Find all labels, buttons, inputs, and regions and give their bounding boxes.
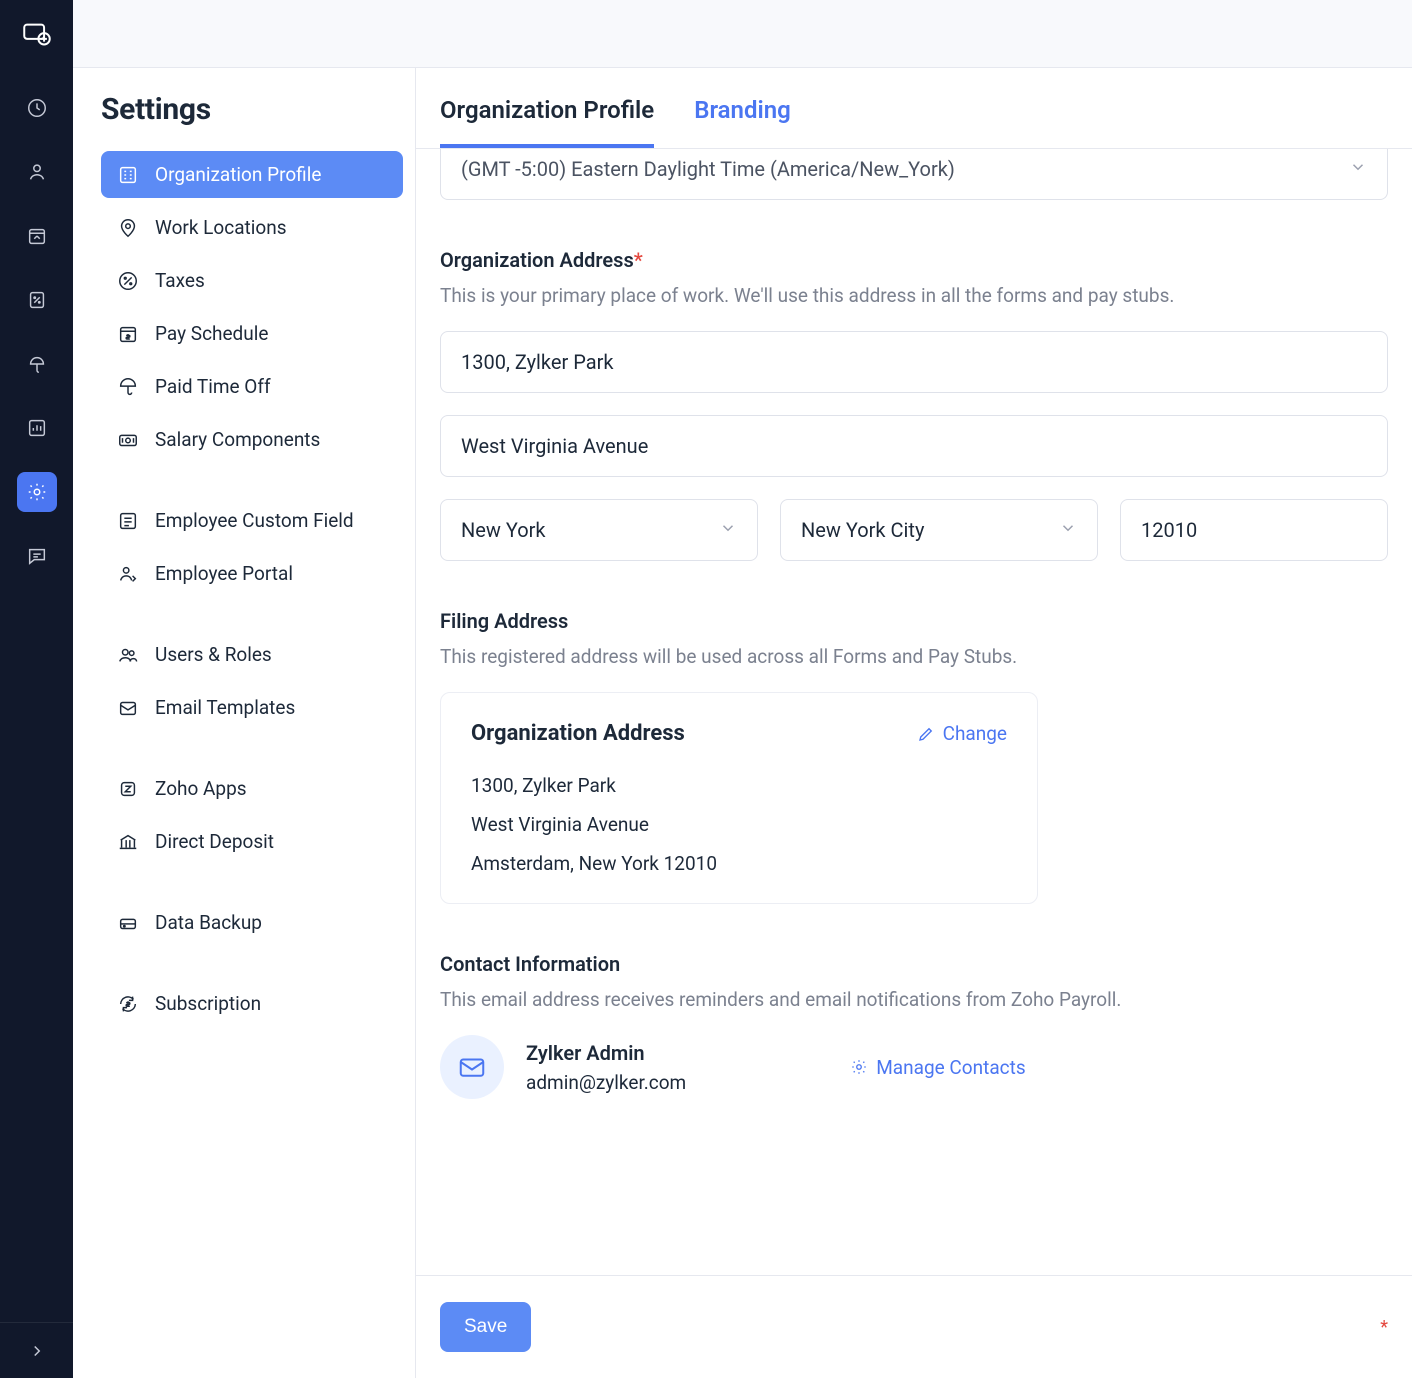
rail-tax-icon[interactable] <box>17 280 57 320</box>
bank-icon <box>117 831 139 853</box>
zip-input[interactable]: 12010 <box>1120 499 1388 561</box>
contact-email: admin@zylker.com <box>526 1071 686 1094</box>
filing-address-label: Filing Address <box>440 609 1388 633</box>
nav-item-pay-schedule[interactable]: Pay Schedule <box>101 310 403 357</box>
city-select[interactable]: New York City <box>780 499 1098 561</box>
filing-address-card: Organization Address Change 1300, Zylker… <box>440 692 1038 904</box>
calendar-dollar-icon <box>117 323 139 345</box>
form-footer: Save * <box>416 1275 1412 1378</box>
tabs: Organization Profile Branding <box>416 68 1412 149</box>
refresh-dollar-icon <box>117 993 139 1015</box>
address-line2-input[interactable]: West Virginia Avenue <box>440 415 1388 477</box>
org-address-help: This is your primary place of work. We'l… <box>440 284 1388 307</box>
contact-name: Zylker Admin <box>526 1041 686 1065</box>
mail-template-icon <box>117 697 139 719</box>
contact-info-help: This email address receives reminders an… <box>440 988 1388 1011</box>
mail-icon <box>457 1052 487 1082</box>
nav-item-paid-time-off[interactable]: Paid Time Off <box>101 363 403 410</box>
nav-item-salary-components[interactable]: Salary Components <box>101 416 403 463</box>
filing-line1: 1300, Zylker Park <box>471 774 1007 797</box>
percent-icon <box>117 270 139 292</box>
nav-item-direct-deposit[interactable]: Direct Deposit <box>101 818 403 865</box>
nav-item-subscription[interactable]: Subscription <box>101 980 403 1027</box>
chevron-down-icon <box>719 518 737 542</box>
nav-item-work-locations[interactable]: Work Locations <box>101 204 403 251</box>
nav-item-zoho-apps[interactable]: Zoho Apps <box>101 765 403 812</box>
contact-info-label: Contact Information <box>440 952 1388 976</box>
filing-line2: West Virginia Avenue <box>471 813 1007 836</box>
drive-icon <box>117 912 139 934</box>
app-rail <box>0 0 73 1378</box>
settings-nav: Settings Organization Profile Work Locati… <box>73 68 416 1378</box>
zoho-icon <box>117 778 139 800</box>
building-icon <box>117 164 139 186</box>
contact-avatar <box>440 1035 504 1099</box>
change-address-link[interactable]: Change <box>917 722 1007 745</box>
timezone-select[interactable]: (GMT -5:00) Eastern Daylight Time (Ameri… <box>440 149 1388 200</box>
chevron-down-icon <box>1349 157 1367 181</box>
app-logo[interactable] <box>9 8 65 64</box>
manage-contacts-link[interactable]: Manage Contacts <box>850 1056 1025 1079</box>
nav-item-employee-portal[interactable]: Employee Portal <box>101 550 403 597</box>
filing-card-title: Organization Address <box>471 721 685 746</box>
tab-branding[interactable]: Branding <box>694 96 791 148</box>
required-indicator: * <box>1380 1317 1388 1338</box>
field-icon <box>117 510 139 532</box>
address-line1-input[interactable]: 1300, Zylker Park <box>440 331 1388 393</box>
rail-reports-icon[interactable] <box>17 408 57 448</box>
pin-icon <box>117 217 139 239</box>
rail-chat-icon[interactable] <box>17 536 57 576</box>
rail-benefits-icon[interactable] <box>17 344 57 384</box>
rail-people-icon[interactable] <box>17 152 57 192</box>
nav-item-data-backup[interactable]: Data Backup <box>101 899 403 946</box>
rail-settings-icon[interactable] <box>17 472 57 512</box>
rail-dashboard-icon[interactable] <box>17 88 57 128</box>
tab-organization-profile[interactable]: Organization Profile <box>440 96 654 148</box>
top-bar <box>73 0 1412 68</box>
nav-item-email-templates[interactable]: Email Templates <box>101 684 403 731</box>
content-area: Settings Organization Profile Work Locati… <box>73 68 1412 1378</box>
portal-icon <box>117 563 139 585</box>
money-icon <box>117 429 139 451</box>
nav-item-users-roles[interactable]: Users & Roles <box>101 631 403 678</box>
nav-item-employee-custom-field[interactable]: Employee Custom Field <box>101 497 403 544</box>
nav-item-organization-profile[interactable]: Organization Profile <box>101 151 403 198</box>
rail-payroll-icon[interactable] <box>17 216 57 256</box>
save-button[interactable]: Save <box>440 1302 531 1352</box>
rail-expand-button[interactable] <box>0 1322 73 1378</box>
filing-address-help: This registered address will be used acr… <box>440 645 1388 668</box>
filing-line3: Amsterdam, New York 12010 <box>471 852 1007 875</box>
settings-title: Settings <box>101 92 403 127</box>
umbrella-icon <box>117 376 139 398</box>
users-icon <box>117 644 139 666</box>
nav-item-taxes[interactable]: Taxes <box>101 257 403 304</box>
gear-icon <box>850 1058 868 1076</box>
main-panel: Organization Profile Branding (GMT -5:00… <box>416 68 1412 1378</box>
contact-row: Zylker Admin admin@zylker.com Manage Con… <box>440 1035 1388 1099</box>
chevron-down-icon <box>1059 518 1077 542</box>
form-scroll[interactable]: (GMT -5:00) Eastern Daylight Time (Ameri… <box>416 149 1412 1275</box>
org-address-label: Organization Address* <box>440 248 1388 272</box>
pencil-icon <box>917 725 935 743</box>
timezone-value: (GMT -5:00) Eastern Daylight Time (Ameri… <box>461 157 955 181</box>
state-select[interactable]: New York <box>440 499 758 561</box>
